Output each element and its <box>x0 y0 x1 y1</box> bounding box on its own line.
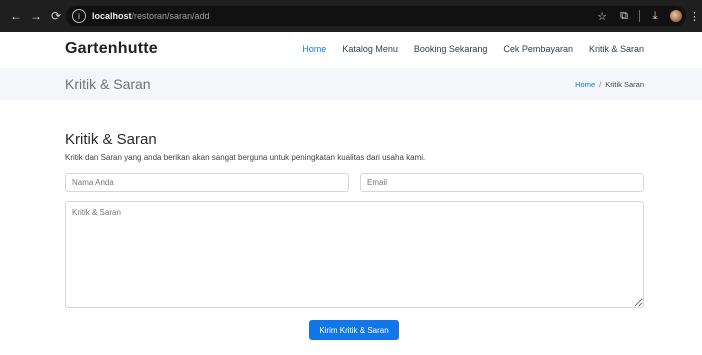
extensions-icon[interactable]: ⧉ <box>617 10 631 23</box>
submit-button[interactable]: Kirim Kritik & Saran <box>309 320 399 340</box>
url-path: /restoran/saran/add <box>131 11 210 21</box>
nav-kritik-saran[interactable]: Kritik & Saran <box>589 44 644 54</box>
form-title: Kritik & Saran <box>65 131 157 148</box>
main-nav: Home Katalog Menu Booking Sekarang Cek P… <box>302 44 644 54</box>
breadcrumb-separator: / <box>599 80 602 89</box>
nav-home[interactable]: Home <box>302 44 326 54</box>
browser-toolbar: ← → ⟳ i localhost/restoran/saran/add ☆ ⧉… <box>0 0 702 32</box>
name-input[interactable] <box>65 173 349 192</box>
toolbar-divider <box>639 10 640 22</box>
page-title: Kritik & Saran <box>65 76 151 92</box>
nav-katalog-menu[interactable]: Katalog Menu <box>342 44 398 54</box>
breadcrumb-home[interactable]: Home <box>575 80 595 89</box>
site-brand[interactable]: Gartenhutte <box>65 40 158 58</box>
back-icon[interactable]: ← <box>6 6 26 26</box>
url-host: localhost <box>92 11 132 21</box>
forward-icon[interactable]: → <box>26 6 46 26</box>
reload-icon[interactable]: ⟳ <box>46 6 66 26</box>
address-bar[interactable]: i localhost/restoran/saran/add ☆ ⧉ ⤓ <box>66 6 686 26</box>
site-header: Gartenhutte Home Katalog Menu Booking Se… <box>0 32 702 68</box>
menu-icon[interactable]: ⋮ <box>689 10 700 23</box>
email-input[interactable] <box>360 173 644 192</box>
nav-cek-pembayaran[interactable]: Cek Pembayaran <box>503 44 573 54</box>
breadcrumb-current: Kritik Saran <box>605 80 644 89</box>
site-info-icon[interactable]: i <box>72 9 86 23</box>
profile-avatar[interactable] <box>670 10 682 22</box>
message-textarea[interactable] <box>65 201 644 308</box>
toolbar-actions: ☆ ⧉ ⤓ <box>595 6 686 26</box>
page-title-band: Kritik & Saran Home / Kritik Saran <box>0 68 702 100</box>
form-description: Kritik dan Saran yang anda berikan akan … <box>65 153 426 162</box>
nav-booking-sekarang[interactable]: Booking Sekarang <box>414 44 488 54</box>
download-icon[interactable]: ⤓ <box>648 10 662 23</box>
breadcrumb: Home / Kritik Saran <box>575 80 644 89</box>
star-icon[interactable]: ☆ <box>595 10 609 23</box>
